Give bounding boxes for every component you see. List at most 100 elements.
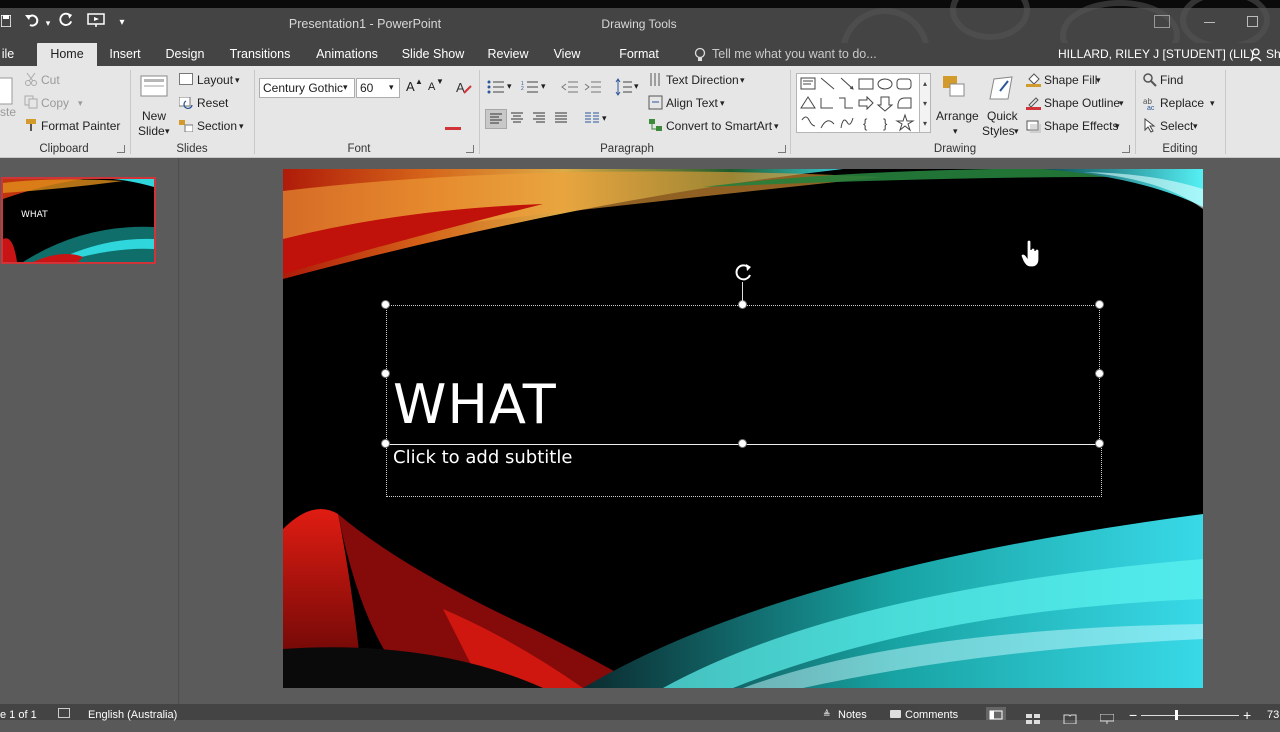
section-dropdown-icon[interactable]: ▾ <box>239 118 244 134</box>
paste-label[interactable]: ste <box>0 104 16 120</box>
shape-outline-icon[interactable] <box>1026 96 1041 110</box>
customize-qat-icon[interactable]: ▾ <box>116 12 128 34</box>
format-painter-icon[interactable] <box>24 118 38 132</box>
select-button[interactable]: Select <box>1160 118 1193 134</box>
select-icon[interactable] <box>1144 117 1156 133</box>
bullets-icon[interactable] <box>487 80 505 94</box>
share-button[interactable]: Sh <box>1266 43 1280 66</box>
numbering-dropdown-icon[interactable]: ▾ <box>541 81 546 92</box>
slide-show-view-icon[interactable] <box>1099 710 1115 724</box>
justify-button[interactable] <box>551 109 573 129</box>
tell-me-search[interactable]: Tell me what you want to do... <box>712 43 877 66</box>
columns-dropdown-icon[interactable]: ▾ <box>602 113 607 124</box>
convert-smartart-button[interactable]: Convert to SmartArt <box>666 118 772 134</box>
zoom-in-icon[interactable]: + <box>1243 704 1251 723</box>
language-indicator[interactable]: English (Australia) <box>88 704 177 721</box>
tab-animations[interactable]: Animations <box>309 43 385 66</box>
align-text-dropdown-icon[interactable]: ▾ <box>720 95 725 111</box>
font-name-combobox[interactable]: Century Gothic <box>259 78 355 98</box>
tab-transitions[interactable]: Transitions <box>224 43 296 66</box>
font-name-dropdown-icon[interactable]: ▾ <box>343 82 348 93</box>
ribbon-display-options-icon[interactable] <box>1154 15 1170 28</box>
text-direction-icon[interactable] <box>648 72 663 87</box>
zoom-slider-track[interactable] <box>1141 715 1239 716</box>
bullets-dropdown-icon[interactable]: ▾ <box>507 81 512 92</box>
shape-fill-dropdown-icon[interactable]: ▾ <box>1096 72 1101 88</box>
section-button[interactable]: Section <box>197 118 237 134</box>
tab-review[interactable]: Review <box>481 43 535 66</box>
convert-smartart-dropdown-icon[interactable]: ▾ <box>774 118 779 134</box>
zoom-out-icon[interactable]: − <box>1129 704 1137 723</box>
shape-effects-button[interactable]: Shape Effects <box>1044 118 1119 134</box>
layout-dropdown-icon[interactable]: ▾ <box>235 72 240 88</box>
quick-styles-icon[interactable] <box>986 73 1016 105</box>
line-spacing-icon[interactable] <box>615 78 633 96</box>
resize-handle-bottom-right[interactable] <box>1095 439 1104 448</box>
replace-icon[interactable]: ab ac <box>1143 96 1159 112</box>
resize-handle-top-left[interactable] <box>381 300 390 309</box>
tab-view[interactable]: View <box>548 43 586 66</box>
new-slide-label-2[interactable]: Slide <box>138 123 165 139</box>
slide-title[interactable]: WHAT <box>393 375 557 435</box>
save-icon[interactable] <box>0 12 12 34</box>
columns-icon[interactable] <box>582 109 602 129</box>
format-painter-button[interactable]: Format Painter <box>41 118 120 134</box>
restore-icon[interactable] <box>1247 16 1258 27</box>
grow-font-button[interactable]: A <box>406 79 415 94</box>
tab-insert[interactable]: Insert <box>104 43 146 66</box>
layout-icon[interactable] <box>179 73 193 85</box>
replace-dropdown-icon[interactable]: ▾ <box>1210 95 1215 111</box>
cut-icon[interactable] <box>24 72 38 86</box>
tab-home[interactable]: Home <box>37 43 97 66</box>
clear-formatting-icon[interactable]: A <box>455 78 473 96</box>
align-left-button[interactable] <box>485 109 507 129</box>
shape-fill-button[interactable]: Shape Fill <box>1044 72 1097 88</box>
shape-outline-button[interactable]: Shape Outline <box>1044 95 1120 111</box>
slide-sorter-icon[interactable] <box>1026 710 1040 724</box>
notes-icon[interactable]: ≜ <box>823 710 833 719</box>
copy-dropdown-icon[interactable]: ▾ <box>78 95 83 111</box>
shrink-font-button[interactable]: A <box>428 81 435 93</box>
replace-button[interactable]: Replace <box>1160 95 1204 111</box>
text-direction-dropdown-icon[interactable]: ▾ <box>740 72 745 88</box>
slide-thumbnail-1[interactable]: WHAT <box>1 177 156 264</box>
undo-dropdown-icon[interactable]: ▾ <box>43 12 53 34</box>
drawing-launcher-icon[interactable] <box>1122 145 1130 153</box>
shapes-gallery-scroll[interactable]: ▴ ▾ ▾ <box>919 73 931 133</box>
rotate-handle-icon[interactable] <box>734 262 754 282</box>
select-dropdown-icon[interactable]: ▾ <box>1193 118 1198 134</box>
paragraph-launcher-icon[interactable] <box>778 145 786 153</box>
new-slide-dropdown-icon[interactable]: ▾ <box>165 123 170 139</box>
reading-view-icon[interactable] <box>1063 710 1077 725</box>
clipboard-launcher-icon[interactable] <box>117 145 125 153</box>
slide-subtitle-placeholder[interactable]: Click to add subtitle <box>393 447 572 469</box>
layout-button[interactable]: Layout <box>197 72 233 88</box>
increase-indent-icon[interactable] <box>584 80 602 94</box>
align-text-button[interactable]: Align Text <box>666 95 718 111</box>
copy-button[interactable]: Copy <box>41 95 69 111</box>
minimize-icon[interactable] <box>1204 22 1215 23</box>
decrease-indent-icon[interactable] <box>561 80 579 94</box>
new-slide-label[interactable]: New <box>142 108 166 124</box>
quick-styles-label[interactable]: Quick <box>987 108 1018 124</box>
arrange-button[interactable]: Arrange <box>936 108 979 124</box>
cut-button[interactable]: Cut <box>41 72 60 88</box>
line-spacing-dropdown-icon[interactable]: ▾ <box>634 81 639 92</box>
tab-format[interactable]: Format <box>604 43 674 66</box>
shape-fill-icon[interactable] <box>1026 73 1041 87</box>
resize-handle-left[interactable] <box>381 369 390 378</box>
resize-handle-right[interactable] <box>1095 369 1104 378</box>
reset-icon[interactable] <box>178 96 193 110</box>
resize-handle-bottom-left[interactable] <box>381 439 390 448</box>
share-icon[interactable] <box>1250 48 1264 62</box>
section-icon[interactable] <box>179 119 194 133</box>
shape-effects-dropdown-icon[interactable]: ▾ <box>1115 118 1120 134</box>
comments-button[interactable]: Comments <box>905 704 958 721</box>
align-right-button[interactable] <box>529 109 551 129</box>
font-launcher-icon[interactable] <box>466 145 474 153</box>
align-center-button[interactable] <box>507 109 529 129</box>
text-direction-button[interactable]: Text Direction <box>666 72 739 88</box>
find-button[interactable]: Find <box>1160 72 1183 88</box>
resize-handle-top-right[interactable] <box>1095 300 1104 309</box>
resize-handle-bottom[interactable] <box>738 439 747 448</box>
